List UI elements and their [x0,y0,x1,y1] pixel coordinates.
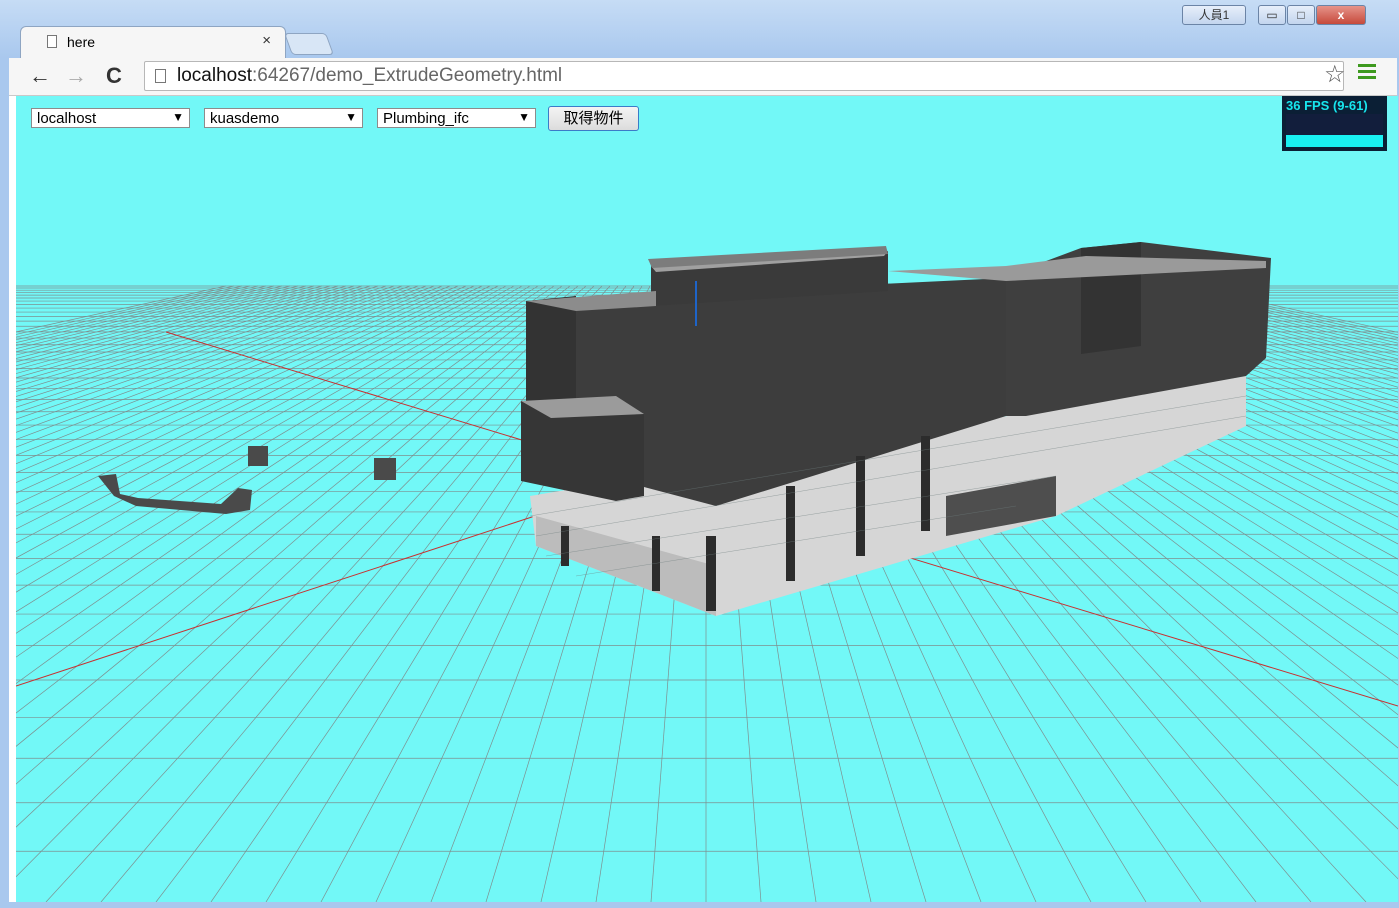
reload-button[interactable]: C [106,63,122,89]
3d-scene[interactable] [16,96,1398,902]
browser-toolbar: ← → C localhost :64267/demo_ExtrudeGeome… [9,58,1397,96]
server-select[interactable]: localhost ▼ [31,108,190,128]
server-select-value: localhost [37,110,97,127]
maximize-button[interactable]: □ [1287,5,1315,25]
menu-icon[interactable] [1358,64,1376,80]
webgl-viewport[interactable]: localhost ▼ kuasdemo ▼ Plumbing_ifc ▼ 取得… [16,96,1398,902]
url-host: localhost [177,65,252,86]
site-objects [98,446,396,514]
fps-graph-fill [1286,135,1383,147]
get-objects-button[interactable]: 取得物件 [548,106,639,131]
database-select-value: kuasdemo [210,110,280,127]
browser-tab[interactable]: here × [20,26,286,58]
window-frame-bottom [0,902,1399,908]
building-model [521,242,1271,616]
dropdown-arrow-icon: ▼ [172,110,184,124]
title-bar: here × 人員1 ▭ □ x [0,0,1399,58]
page-icon [155,69,166,83]
address-bar[interactable]: localhost :64267/demo_ExtrudeGeometry.ht… [144,61,1344,91]
tab-close-icon[interactable]: × [262,32,271,49]
fps-label: 36 FPS (9-61) [1286,98,1368,113]
model-select-value: Plumbing_ifc [383,110,469,127]
url-path: :64267/demo_ExtrudeGeometry.html [252,65,563,86]
new-tab-button[interactable] [283,33,335,55]
dropdown-arrow-icon: ▼ [345,110,357,124]
close-window-button[interactable]: x [1316,5,1366,25]
database-select[interactable]: kuasdemo ▼ [204,108,363,128]
user-badge[interactable]: 人員1 [1182,5,1246,25]
fps-graph [1286,114,1383,147]
bookmark-star-icon[interactable]: ☆ [1324,60,1346,89]
model-select[interactable]: Plumbing_ifc ▼ [377,108,536,128]
tab-title: here [67,34,96,50]
back-button[interactable]: ← [29,63,51,89]
fps-stats-panel: 36 FPS (9-61) [1282,96,1387,151]
forward-button[interactable]: → [65,63,87,89]
dropdown-arrow-icon: ▼ [518,110,530,124]
window-frame-left [0,58,9,908]
minimize-button[interactable]: ▭ [1258,5,1286,25]
page-icon [47,35,57,48]
